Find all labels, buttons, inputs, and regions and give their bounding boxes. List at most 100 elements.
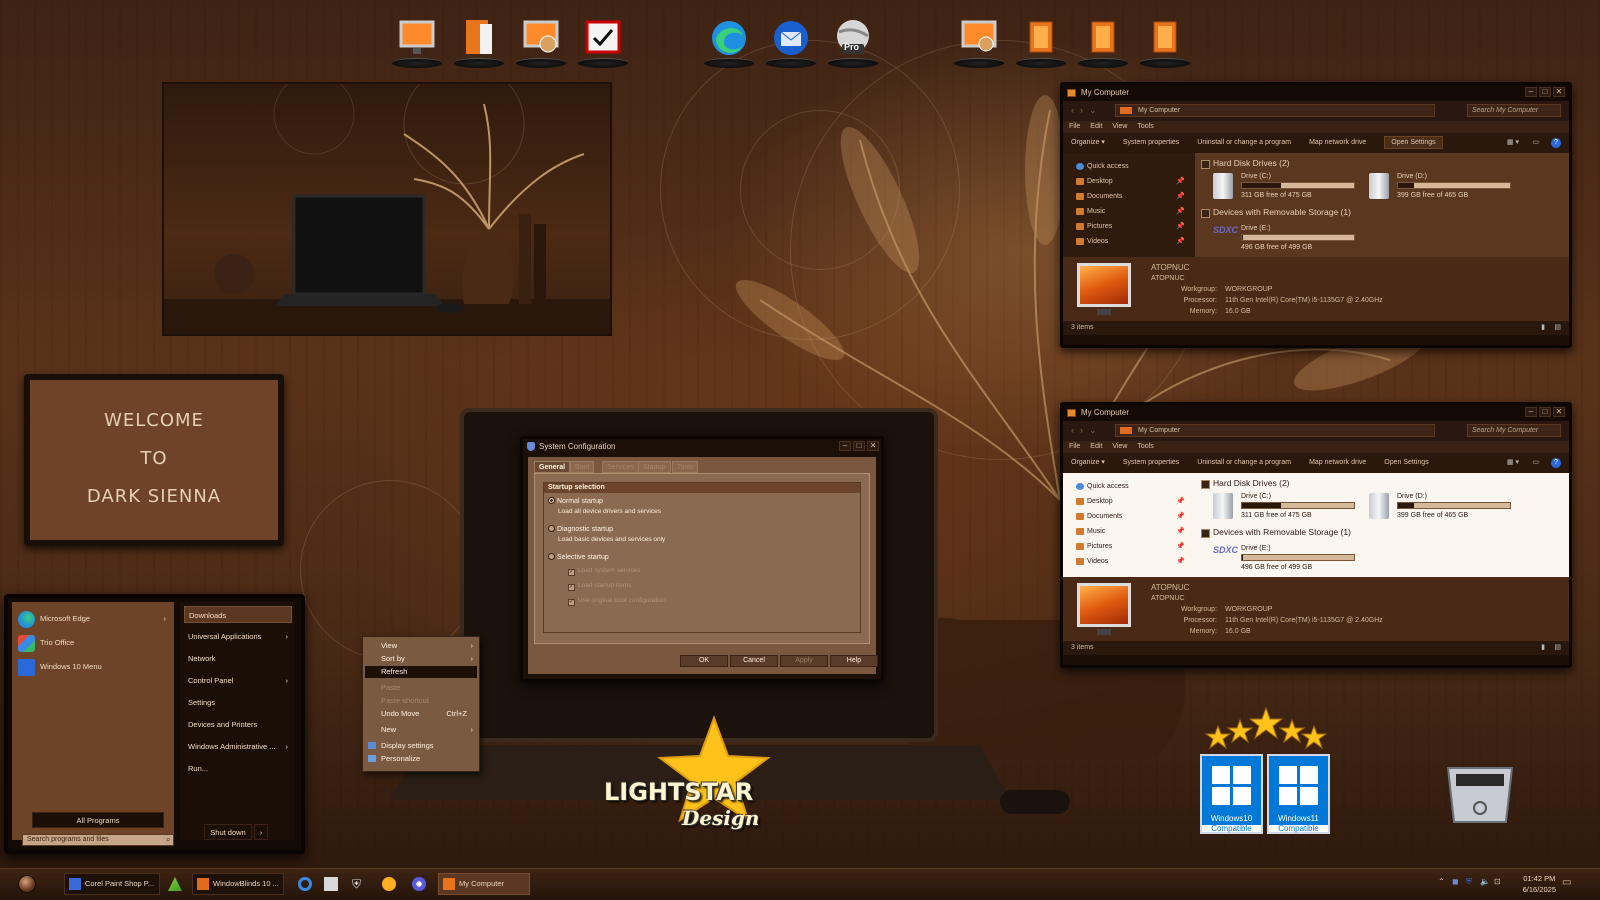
title-bar[interactable]: My Computer – □ ✕ [1063,85,1569,101]
preview-pane-icon[interactable]: ▭ [1532,453,1539,473]
menu-sort-by[interactable]: Sort by › [365,653,477,665]
menu-paste-shortcut[interactable]: Paste shortcut [365,695,477,707]
open-settings-button[interactable]: Open Settings [1384,453,1428,473]
maximize-button[interactable]: □ [1539,87,1551,97]
dock-network[interactable] [514,8,568,68]
address-bar[interactable]: My Computer [1115,104,1435,117]
nav-pictures[interactable]: Pictures 📌 [1075,219,1195,234]
nav-arrows-icon[interactable]: ‹›⌄ [1071,105,1103,116]
preview-pane-icon[interactable]: ▭ [1532,133,1539,153]
tray-network-icon[interactable]: ⊡ [1494,877,1501,886]
menu-file[interactable]: File [1069,121,1080,133]
close-button[interactable]: ✕ [1553,87,1565,97]
help-icon[interactable]: ? [1551,458,1561,468]
tab-startup[interactable]: Startup [638,461,671,473]
shutdown-button[interactable]: Shut down [204,824,252,840]
nav-music[interactable]: Music 📌 [1075,524,1195,539]
nav-desktop[interactable]: Desktop 📌 [1075,174,1195,189]
place-network[interactable]: Network [184,650,292,667]
title-bar[interactable]: System Configuration – □ ✕ [523,439,881,455]
nav-videos[interactable]: Videos 📌 [1075,234,1195,249]
menu-display-settings[interactable]: Display settings [365,740,477,752]
drive-c[interactable]: Drive (C:) 311 GB free of 475 GB [1213,173,1363,201]
menu-edit[interactable]: Edit [1090,441,1102,453]
open-settings-button[interactable]: Open Settings [1384,136,1443,149]
help-icon[interactable]: ? [1551,138,1561,148]
drive-e[interactable]: SDXC Drive (E:) 496 GB free of 499 GB [1213,545,1363,573]
system-properties-button[interactable]: System properties [1123,133,1179,153]
place-windows-admin[interactable]: Windows Administrative ... › [184,738,292,755]
group-hard-disk-drives[interactable]: Hard Disk Drives (2) [1201,156,1563,171]
notification-icon[interactable]: ▭ [1562,877,1571,888]
menu-edit[interactable]: Edit [1090,121,1102,133]
group-hard-disk-drives[interactable]: Hard Disk Drives (2) [1201,476,1563,491]
dock-folder-2[interactable] [1076,8,1130,68]
normal-startup-radio[interactable]: Normal startup [548,497,603,505]
dock-google-earth-pro[interactable]: Pro [826,8,880,68]
group-removable-storage[interactable]: Devices with Removable Storage (1) [1201,205,1563,220]
taskbar-app-icon[interactable] [412,877,426,891]
drive-e[interactable]: SDXC Drive (E:) 496 GB free of 499 GB [1213,225,1363,253]
maximize-button[interactable]: □ [1539,407,1551,417]
apply-button[interactable]: Apply [780,655,828,667]
organize-button[interactable]: Organize ▾ [1071,133,1105,153]
maximize-button[interactable]: □ [853,441,865,451]
minimize-button[interactable]: – [1525,87,1537,97]
dock-folder-3[interactable] [1138,8,1192,68]
dock-folder-1[interactable] [1014,8,1068,68]
nav-documents[interactable]: Documents 📌 [1075,189,1195,204]
minimize-button[interactable]: – [1525,407,1537,417]
view-toggle-icon[interactable]: ▦ ▾ [1507,453,1519,473]
place-settings[interactable]: Settings [184,694,292,711]
system-clock[interactable]: 01:42 PM 6/16/2025 [1523,873,1556,895]
help-button[interactable]: Help [830,655,878,667]
tab-services[interactable]: Services [602,461,639,473]
place-devices-printers[interactable]: Devices and Printers [184,716,292,733]
program-windows-10-menu[interactable]: Windows 10 Menu [18,658,170,676]
dock-control-panel[interactable] [576,8,630,68]
drive-c[interactable]: Drive (C:) 311 GB free of 475 GB [1213,493,1363,521]
uninstall-button[interactable]: Uninstall or change a program [1197,133,1291,153]
shutdown-options-button[interactable]: › [254,824,268,840]
search-input[interactable]: Search My Computer [1467,424,1561,437]
taskbar-windowblinds[interactable]: WindowBlinds 10 ... [192,873,284,895]
details-view-icon[interactable]: ▮ [1541,321,1545,335]
tray-volume-icon[interactable]: 🔈 [1480,877,1490,886]
close-button[interactable]: ✕ [867,441,879,451]
cancel-button[interactable]: Cancel [730,655,778,667]
ok-button[interactable]: OK [680,655,728,667]
menu-view[interactable]: View [1112,441,1127,453]
nav-videos[interactable]: Videos 📌 [1075,554,1195,569]
drive-d[interactable]: Drive (D:) 399 GB free of 465 GB [1369,493,1519,521]
nav-quick-access[interactable]: Quick access [1075,479,1195,494]
tray-security-icon[interactable]: ⛨ [1466,877,1472,887]
menu-undo-move[interactable]: Undo Move Ctrl+Z [365,708,477,720]
view-toggle-icon[interactable]: ▦ ▾ [1507,133,1519,153]
tiles-view-icon[interactable]: ▤ [1554,321,1561,335]
menu-view[interactable]: View › [365,640,477,652]
program-trio-office[interactable]: Trio Office [18,634,170,652]
dock-computer-2[interactable] [952,8,1006,68]
organize-button[interactable]: Organize ▾ [1071,453,1105,473]
minimize-button[interactable]: – [839,441,851,451]
tray-shield-icon[interactable]: ◼ [1452,877,1459,886]
tab-tools[interactable]: Tools [672,461,699,473]
recycle-bin-icon[interactable] [1442,762,1518,832]
program-microsoft-edge[interactable]: Microsoft Edge › [18,610,170,628]
all-programs-button[interactable]: All Programs [32,812,164,828]
tiles-view-icon[interactable]: ▤ [1554,641,1561,655]
nav-documents[interactable]: Documents 📌 [1075,509,1195,524]
dock-edge[interactable] [702,8,756,68]
nav-desktop[interactable]: Desktop 📌 [1075,494,1195,509]
menu-personalize[interactable]: Personalize [365,753,477,765]
menu-new[interactable]: New › [365,724,477,736]
menu-tools[interactable]: Tools [1137,441,1153,453]
group-removable-storage[interactable]: Devices with Removable Storage (1) [1201,525,1563,540]
details-view-icon[interactable]: ▮ [1541,641,1545,655]
selective-startup-radio[interactable]: Selective startup [548,553,609,561]
menu-view[interactable]: View [1112,121,1127,133]
place-universal-apps[interactable]: Universal Applications › [184,628,292,645]
title-bar[interactable]: My Computer – □ ✕ [1063,405,1569,421]
taskbar-explorer-icon[interactable] [324,877,338,891]
taskbar-corel-paintshop[interactable]: Corel Paint Shop P... [64,873,160,895]
